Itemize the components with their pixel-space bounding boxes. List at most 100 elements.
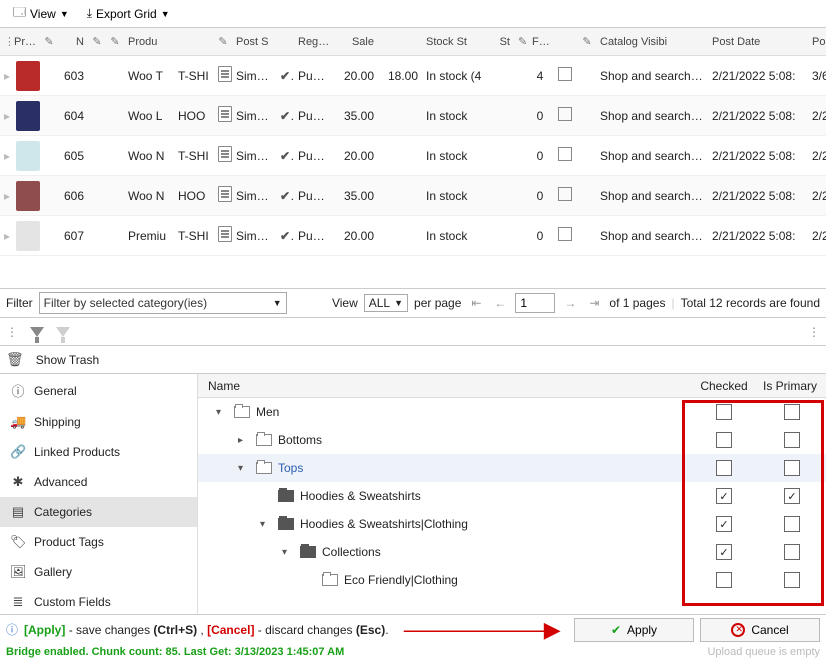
- col-regular[interactable]: Regula: [294, 36, 334, 48]
- chevron-icon[interactable]: ▾: [282, 547, 294, 558]
- col-catalog-visibility[interactable]: Catalog Visibi: [596, 36, 708, 48]
- row-checkbox[interactable]: [558, 147, 572, 161]
- tree-col-checked[interactable]: Checked: [690, 379, 758, 393]
- perpage-select[interactable]: ALL ▼: [364, 294, 408, 312]
- check-icon: ✔: [280, 109, 294, 123]
- primary-checkbox[interactable]: [784, 544, 800, 560]
- folder-icon: [322, 574, 338, 586]
- export-grid-button[interactable]: ⤓ Export Grid ▼: [80, 3, 177, 24]
- row-handle[interactable]: ▸: [0, 189, 10, 203]
- tree-label: Tops: [278, 461, 303, 475]
- cell-sku: T-SHI: [174, 149, 214, 163]
- chevron-icon[interactable]: ▾: [238, 463, 250, 474]
- table-row[interactable]: ▸603Woo TT-SHISimple✔Publis20.0018.00In …: [0, 56, 826, 96]
- folder-icon: [300, 546, 316, 558]
- of-pages-label: of 1 pages: [609, 296, 665, 310]
- checked-checkbox[interactable]: [716, 432, 732, 448]
- col-id[interactable]: N: [58, 36, 88, 48]
- primary-checkbox[interactable]: [784, 516, 800, 532]
- row-handle[interactable]: ▸: [0, 69, 10, 83]
- cell-featured: 0: [528, 109, 552, 123]
- row-checkbox[interactable]: [558, 187, 572, 201]
- tree-row[interactable]: ▾Hoodies & Sweatshirts|Clothing: [198, 510, 826, 538]
- cell-featured: 0: [528, 229, 552, 243]
- page-number-input[interactable]: [515, 293, 555, 313]
- upload-queue-status: Upload queue is empty: [701, 644, 826, 660]
- next-page-button[interactable]: →: [561, 294, 579, 312]
- chevron-icon[interactable]: ▾: [216, 407, 228, 418]
- row-handle[interactable]: ▸: [0, 229, 10, 243]
- prev-page-button[interactable]: ←: [491, 294, 509, 312]
- primary-checkbox[interactable]: [784, 460, 800, 476]
- primary-checkbox[interactable]: [784, 572, 800, 588]
- checked-checkbox[interactable]: [716, 404, 732, 420]
- apply-button[interactable]: ✔ Apply: [574, 618, 694, 642]
- col-post-status[interactable]: Post S: [232, 36, 276, 48]
- primary-checkbox[interactable]: [784, 404, 800, 420]
- row-handle[interactable]: ▸: [0, 109, 10, 123]
- row-checkbox[interactable]: [558, 107, 572, 121]
- first-page-button[interactable]: ⇤: [467, 294, 485, 312]
- nav-icon: 🔗: [10, 444, 26, 460]
- sidebar-item-categories[interactable]: ▤Categories: [0, 497, 197, 527]
- view-menu-button[interactable]: 🗔 View ▼: [6, 0, 76, 27]
- cell-poststatus: Publis: [294, 229, 334, 243]
- tree-col-name[interactable]: Name: [198, 379, 690, 393]
- tree-row[interactable]: ▾ Tops: [198, 454, 826, 482]
- col-sale[interactable]: Sale: [334, 36, 378, 48]
- col-name[interactable]: Produ: [124, 36, 174, 48]
- show-trash-label[interactable]: Show Trash: [36, 353, 99, 367]
- checked-checkbox[interactable]: [716, 488, 732, 504]
- checked-checkbox[interactable]: [716, 544, 732, 560]
- primary-checkbox[interactable]: [784, 488, 800, 504]
- cell-stockstatus: In stock: [422, 229, 486, 243]
- nav-icon: 🚚: [10, 414, 26, 430]
- sidebar-item-gallery[interactable]: 🖼Gallery: [0, 557, 197, 587]
- sidebar-item-shipping[interactable]: 🚚Shipping: [0, 407, 197, 437]
- cell-postmod: 2/21/2022 5:08:47 PI: [808, 189, 826, 203]
- col-stock-status[interactable]: Stock St: [422, 36, 486, 48]
- row-checkbox[interactable]: [558, 227, 572, 241]
- col-featured[interactable]: Featu: [528, 36, 552, 48]
- clear-filter-icon[interactable]: [56, 327, 70, 337]
- last-page-button[interactable]: ⇥: [585, 294, 603, 312]
- sidebar-item-custom-fields[interactable]: ≣Custom Fields: [0, 587, 197, 614]
- checked-checkbox[interactable]: [716, 572, 732, 588]
- table-row[interactable]: ▸605Woo NT-SHISimple✔Publis20.00In stock…: [0, 136, 826, 176]
- pencil-icon: ✎: [110, 36, 119, 48]
- sidebar-item-linked-products[interactable]: 🔗Linked Products: [0, 437, 197, 467]
- cancel-button[interactable]: Cancel: [700, 618, 820, 642]
- col-preview[interactable]: Prev: [10, 36, 40, 48]
- nav-icon: 🏷: [10, 534, 26, 550]
- primary-checkbox[interactable]: [784, 432, 800, 448]
- pager: View ALL ▼ per page ⇤ ← → ⇥ of 1 pages |…: [332, 293, 820, 313]
- checked-checkbox[interactable]: [716, 460, 732, 476]
- tree-row[interactable]: ▾Collections: [198, 538, 826, 566]
- grid-subbar: ⋮ ⋮: [0, 318, 826, 346]
- tree-row[interactable]: Hoodies & Sweatshirts: [198, 482, 826, 510]
- cell-id: 605: [58, 149, 88, 163]
- row-checkbox[interactable]: [558, 67, 572, 81]
- table-row[interactable]: ▸604Woo LHOOSimple✔Publis35.00In stock0S…: [0, 96, 826, 136]
- col-post-modified[interactable]: Post Modified: [808, 36, 826, 48]
- col-post-date[interactable]: Post Date: [708, 36, 808, 48]
- checked-checkbox[interactable]: [716, 516, 732, 532]
- chevron-icon[interactable]: ▸: [238, 435, 250, 446]
- category-tree[interactable]: ▾Men▸Bottoms ▾ Tops Hoodies & Sweatshirts▾H…: [198, 398, 826, 614]
- filter-category-select[interactable]: Filter by selected category(ies) ▼: [39, 292, 287, 314]
- table-row[interactable]: ▸607PremiuT-SHISimple✔Publis20.00In stoc…: [0, 216, 826, 256]
- table-row[interactable]: ▸606Woo NHOOSimple✔Publis35.00In stock0S…: [0, 176, 826, 216]
- filter-icon[interactable]: [30, 327, 44, 337]
- tree-col-primary[interactable]: Is Primary: [758, 379, 826, 393]
- trash-icon[interactable]: 🗑: [6, 351, 24, 368]
- tree-row[interactable]: ▾Men: [198, 398, 826, 426]
- row-handle[interactable]: ▸: [0, 149, 10, 163]
- sidebar-item-general[interactable]: ⓘGeneral: [0, 374, 197, 407]
- col-st[interactable]: St: [486, 36, 514, 48]
- grid-body[interactable]: ▸603Woo TT-SHISimple✔Publis20.0018.00In …: [0, 56, 826, 288]
- sidebar-item-product-tags[interactable]: 🏷Product Tags: [0, 527, 197, 557]
- tree-row[interactable]: ▸Bottoms: [198, 426, 826, 454]
- tree-row[interactable]: Eco Friendly|Clothing: [198, 566, 826, 594]
- chevron-icon[interactable]: ▾: [260, 519, 272, 530]
- sidebar-item-advanced[interactable]: ✱Advanced: [0, 467, 197, 497]
